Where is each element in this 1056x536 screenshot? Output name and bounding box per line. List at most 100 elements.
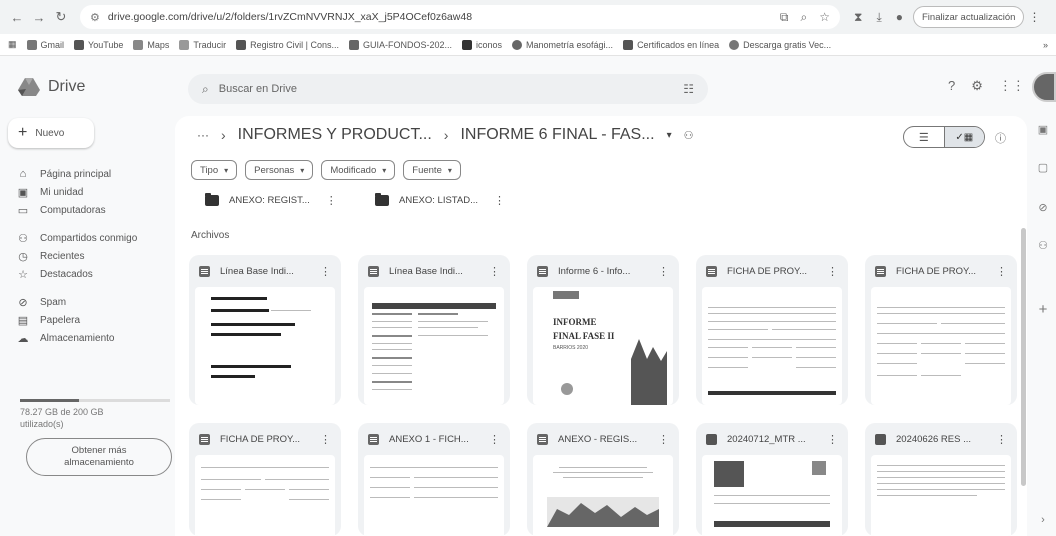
search-options-icon[interactable]: ☷ xyxy=(683,82,694,96)
file-card[interactable]: 20240712_MTR ... ⋮ xyxy=(696,423,848,536)
shared-icon: ⚇ xyxy=(18,233,28,245)
breadcrumb: ··· › INFORMES Y PRODUCT... › INFORME 6 … xyxy=(197,126,693,144)
file-card[interactable]: Línea Base Indi... ⋮ xyxy=(189,255,341,405)
doc-icon xyxy=(199,265,210,277)
bookmark-star-icon[interactable]: ☆ xyxy=(819,10,830,25)
more-actions-icon[interactable]: ⋮ xyxy=(658,433,669,446)
file-thumbnail xyxy=(871,455,1011,536)
add-addon-icon[interactable]: + xyxy=(1037,302,1049,317)
bookmark-item[interactable]: Maps xyxy=(133,39,169,50)
apps-grid-icon[interactable]: ⋮⋮ xyxy=(999,78,1025,94)
more-actions-icon[interactable]: ⋮ xyxy=(489,433,500,446)
drive-logo-icon xyxy=(18,78,40,96)
settings-gear-icon[interactable]: ⚙ xyxy=(971,78,983,94)
check-grid-icon: ✓▦ xyxy=(955,131,974,143)
breadcrumb-more-icon[interactable]: ··· xyxy=(197,128,209,142)
sidebar-item-spam[interactable]: ⊘ Spam xyxy=(16,296,66,309)
image-icon xyxy=(706,433,717,445)
more-actions-icon[interactable]: ⋮ xyxy=(489,265,500,278)
file-card[interactable]: Línea Base Indi... ⋮ xyxy=(358,255,510,405)
bookmark-item[interactable]: Certificados en línea xyxy=(623,39,719,50)
url-field[interactable]: ⚙ drive.google.com/drive/u/2/folders/1rv… xyxy=(80,5,840,29)
more-actions-icon[interactable]: ⋮ xyxy=(827,265,838,278)
scrollbar[interactable] xyxy=(1021,228,1026,486)
bookmark-item[interactable]: GUIA-FONDOS-202... xyxy=(348,39,452,50)
filter-type[interactable]: Tipo ▾ xyxy=(191,160,238,180)
avatar[interactable] xyxy=(1032,72,1056,102)
site-settings-icon[interactable]: ⚙ xyxy=(90,11,100,24)
bookmark-item[interactable]: YouTube xyxy=(74,39,123,50)
download-icon[interactable]: ⤓ xyxy=(876,10,881,25)
help-icon[interactable]: ? xyxy=(948,78,955,94)
info-icon[interactable]: ⓘ xyxy=(995,130,1006,146)
folder-item[interactable]: ANEXO: LISTAD... ⋮ xyxy=(375,189,505,211)
more-actions-icon[interactable]: ⋮ xyxy=(658,265,669,278)
file-card[interactable]: ANEXO 1 - FICH... ⋮ xyxy=(358,423,510,536)
browser-address-bar: ← → ↻ ⚙ drive.google.com/drive/u/2/folde… xyxy=(0,0,1056,34)
list-view-button[interactable]: ☰ xyxy=(904,127,944,147)
file-card[interactable]: FICHA DE PROY... ⋮ xyxy=(696,255,848,405)
forward-icon[interactable]: → xyxy=(28,6,50,28)
more-actions-icon[interactable]: ⋮ xyxy=(996,265,1007,278)
sidebar: + Nuevo ⌂ Página principal ▣ Mi unidad ▭ Co… xyxy=(0,116,175,536)
bookmark-item[interactable]: Registro Civil | Cons... xyxy=(236,39,339,50)
more-actions-icon[interactable]: ⋮ xyxy=(494,194,505,207)
extensions-icon[interactable]: ⧗ xyxy=(854,10,862,25)
search-input[interactable]: ⌕ Buscar en Drive ☷ xyxy=(188,74,708,104)
grid-view-button[interactable]: ✓▦ xyxy=(943,127,984,147)
profile-icon[interactable]: ● xyxy=(896,10,903,24)
storage-bar xyxy=(20,399,170,402)
more-actions-icon[interactable]: ⋮ xyxy=(996,433,1007,446)
back-icon[interactable]: ← xyxy=(6,6,28,28)
file-card[interactable]: FICHA DE PROY... ⋮ xyxy=(865,255,1017,405)
bookmark-item[interactable]: Manometría esofági... xyxy=(512,39,613,50)
keep-icon[interactable]: ▢ xyxy=(1037,162,1049,174)
filter-source[interactable]: Fuente ▾ xyxy=(403,160,461,180)
doc-icon xyxy=(706,265,717,277)
breadcrumb-current[interactable]: INFORME 6 FINAL - FAS... xyxy=(460,126,654,144)
filter-modified[interactable]: Modificado ▾ xyxy=(321,160,396,180)
sidebar-item-my-drive[interactable]: ▣ Mi unidad xyxy=(16,186,84,199)
new-button[interactable]: + Nuevo xyxy=(8,118,94,148)
sidebar-item-starred[interactable]: ☆ Destacados xyxy=(16,268,93,281)
calendar-icon[interactable]: ▣ xyxy=(1037,124,1049,136)
more-bookmarks-button[interactable]: » xyxy=(1043,40,1048,50)
tasks-icon[interactable]: ⊘ xyxy=(1037,202,1049,214)
sidebar-item-shared[interactable]: ⚇ Compartidos conmigo xyxy=(16,232,137,245)
sidebar-item-recent[interactable]: ◷ Recientes xyxy=(16,250,84,263)
shared-folder-icon[interactable]: ⚇ xyxy=(684,129,694,142)
breadcrumb-parent[interactable]: INFORMES Y PRODUCT... xyxy=(238,126,432,144)
more-actions-icon[interactable]: ⋮ xyxy=(320,265,331,278)
filter-people[interactable]: Personas ▾ xyxy=(245,160,314,180)
sidebar-item-home[interactable]: ⌂ Página principal xyxy=(16,168,112,180)
contacts-icon[interactable]: ⚇ xyxy=(1037,240,1049,252)
sidebar-item-storage[interactable]: ☁ Almacenamiento xyxy=(16,332,115,345)
more-actions-icon[interactable]: ⋮ xyxy=(320,433,331,446)
zoom-icon[interactable]: ⌕ xyxy=(801,10,808,25)
file-card[interactable]: ANEXO - REGIS... ⋮ xyxy=(527,423,679,536)
chevron-right-icon[interactable]: › xyxy=(1037,514,1049,526)
sidebar-item-trash[interactable]: ▤ Papelera xyxy=(16,314,80,327)
list-icon: ☰ xyxy=(918,131,929,144)
more-actions-icon[interactable]: ⋮ xyxy=(326,194,337,207)
bookmark-item[interactable]: iconos xyxy=(462,39,502,50)
sidebar-item-computers[interactable]: ▭ Computadoras xyxy=(16,204,106,217)
file-card[interactable]: FICHA DE PROY... ⋮ xyxy=(189,423,341,536)
folder-item[interactable]: ANEXO: REGIST... ⋮ xyxy=(205,189,337,211)
bookmark-item[interactable]: Gmail xyxy=(26,39,64,50)
drive-logo[interactable]: Drive xyxy=(18,78,85,96)
file-card[interactable]: Informe 6 - Info... ⋮ INFORME FINAL FASE … xyxy=(527,255,679,405)
chevron-down-icon[interactable]: ▾ xyxy=(667,130,672,141)
side-panel-rail: ▣ ▢ ⊘ ⚇ + › xyxy=(1027,116,1056,536)
install-icon[interactable]: ⧉ xyxy=(780,10,789,25)
apps-grid-icon[interactable]: ▦ xyxy=(8,39,17,50)
update-button[interactable]: Finalizar actualización xyxy=(913,6,1025,28)
bookmark-favicon xyxy=(26,39,37,50)
bookmark-item[interactable]: Traducir xyxy=(179,39,226,50)
bookmark-item[interactable]: Descarga gratis Vec... xyxy=(729,39,831,50)
file-card[interactable]: 20240626 RES ... ⋮ xyxy=(865,423,1017,536)
more-actions-icon[interactable]: ⋮ xyxy=(827,433,838,446)
browser-menu-icon[interactable]: ⋮ xyxy=(1028,10,1040,24)
get-more-storage-button[interactable]: Obtener más almacenamiento xyxy=(26,438,172,476)
reload-icon[interactable]: ↻ xyxy=(50,6,72,28)
